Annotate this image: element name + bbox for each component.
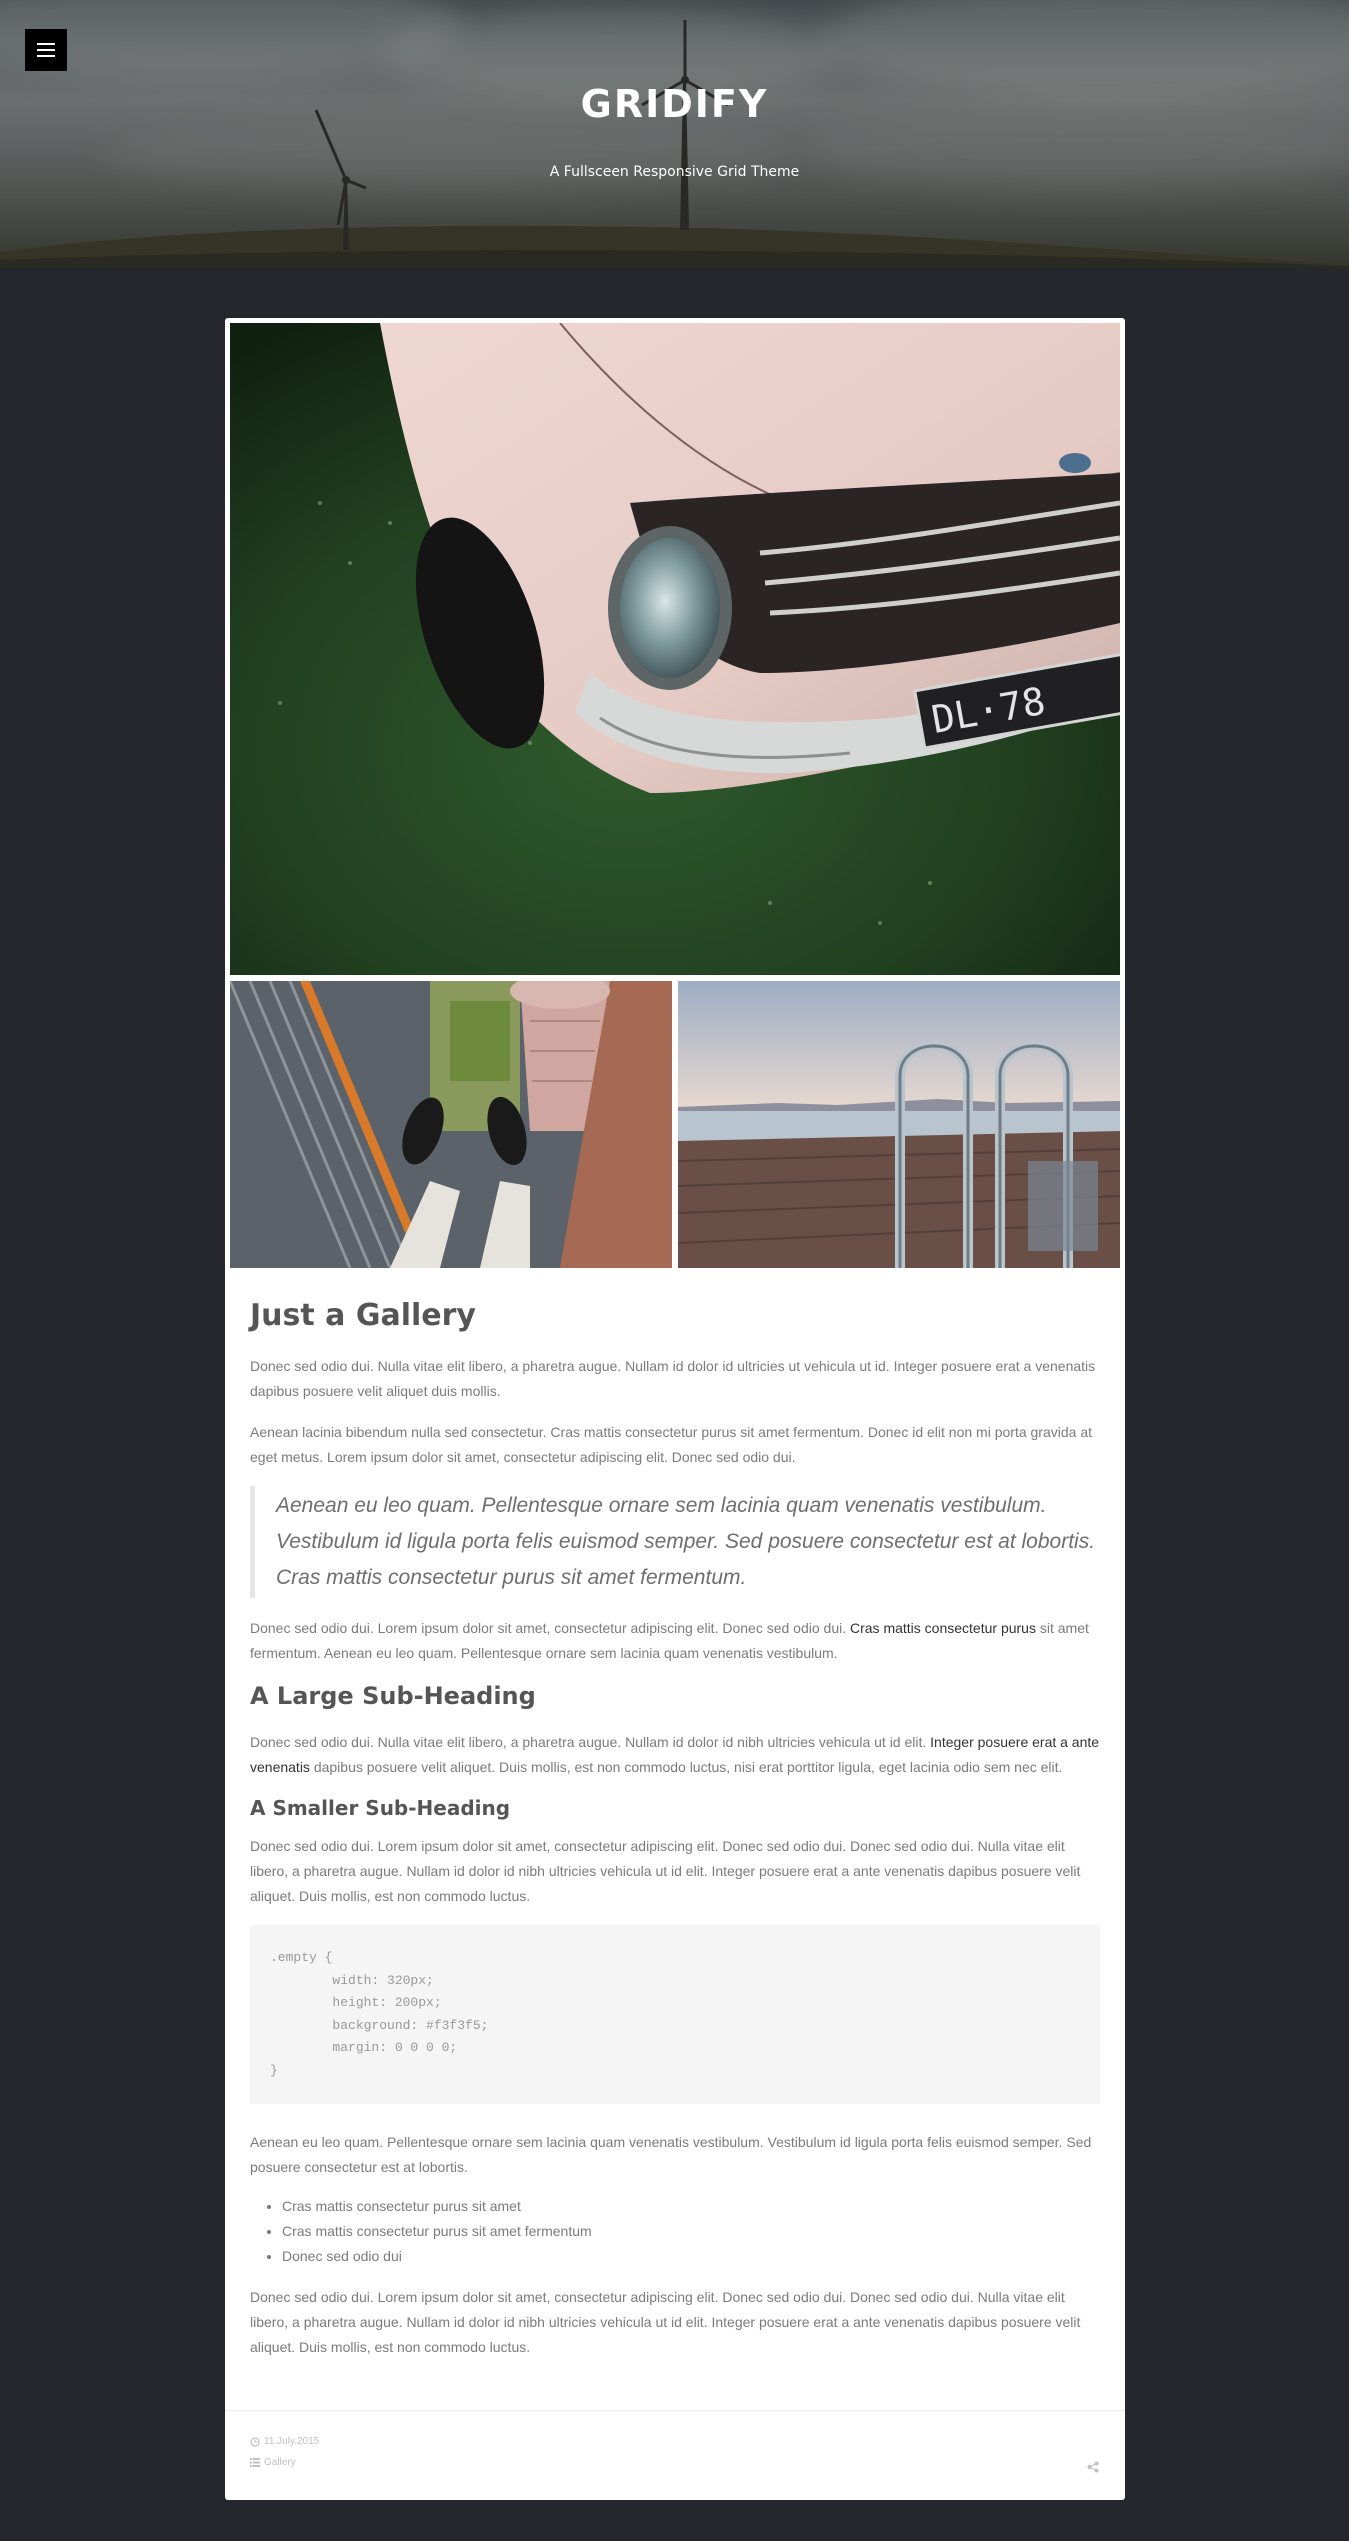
paragraph-text: dapibus posuere velit aliquet. Duis moll… [309,1759,1063,1775]
large-subheading: A Large Sub-Heading [250,1682,536,1710]
paragraph-text: Donec sed odio dui. Nulla vitae elit lib… [250,1734,931,1750]
header-overlay [0,0,1349,268]
paragraph: Donec sed odio dui. Lorem ipsum dolor si… [250,1838,1081,1904]
paragraph: Donec sed odio dui. Lorem ipsum dolor si… [250,1616,1100,1666]
dock-ladder-photo[interactable] [678,981,1120,1268]
paragraph: Donec sed odio dui. Lorem ipsum dolor si… [250,2289,1081,2355]
city-rooftop-photo[interactable] [230,981,672,1268]
paragraph: Donec sed odio dui. Nulla vitae elit lib… [250,1358,1096,1399]
small-subheading: A Smaller Sub-Heading [250,1796,511,1820]
post-category[interactable]: Gallery [250,2457,296,2468]
inline-link[interactable]: Cras mattis consectetur purus [850,1620,1036,1636]
menu-button[interactable] [25,29,67,71]
post-category-link[interactable]: Gallery [264,2457,296,2468]
code-block: .empty { width: 320px; height: 200px; ba… [250,1925,1100,2104]
clock-icon [250,2436,260,2447]
post-card: DL·78 Just a Gallery Donec sed odio dui.… [225,318,1125,2500]
bullet-list: Cras mattis consectetur purus sit amet C… [282,2194,1100,2269]
post-date-text: 11.July.2015 [264,2436,320,2447]
paragraph-text: Donec sed odio dui. Lorem ipsum dolor si… [250,1620,850,1636]
paragraph: Aenean lacinia bibendum nulla sed consec… [250,1424,1092,1465]
list-item: Cras mattis consectetur purus sit amet [282,2194,1100,2219]
post-title[interactable]: Just a Gallery [250,1298,1100,1334]
hamburger-menu-icon [37,43,55,57]
vintage-car-photo[interactable]: DL·78 [230,323,1120,975]
list-icon [250,2458,260,2467]
share-icon [1087,2461,1099,2473]
paragraph: Aenean eu leo quam. Pellentesque ornare … [250,2134,1092,2175]
post-content: Just a Gallery Donec sed odio dui. Nulla… [250,1298,1100,2376]
paragraph: Donec sed odio dui. Nulla vitae elit lib… [250,1730,1100,1780]
post-date: 11.July.2015 [250,2436,319,2447]
share-button[interactable] [1087,2460,1099,2478]
footer-divider [225,2410,1125,2411]
site-header: GRIDIFY A Fullsceen Responsive Grid Them… [0,0,1349,268]
list-item: Donec sed odio dui [282,2244,1100,2269]
site-tagline: A Fullsceen Responsive Grid Theme [549,164,800,180]
blockquote: Aenean eu leo quam. Pellentesque ornare … [250,1486,1100,1598]
site-title[interactable]: GRIDIFY [0,82,1349,126]
list-item: Cras mattis consectetur purus sit amet f… [282,2219,1100,2244]
